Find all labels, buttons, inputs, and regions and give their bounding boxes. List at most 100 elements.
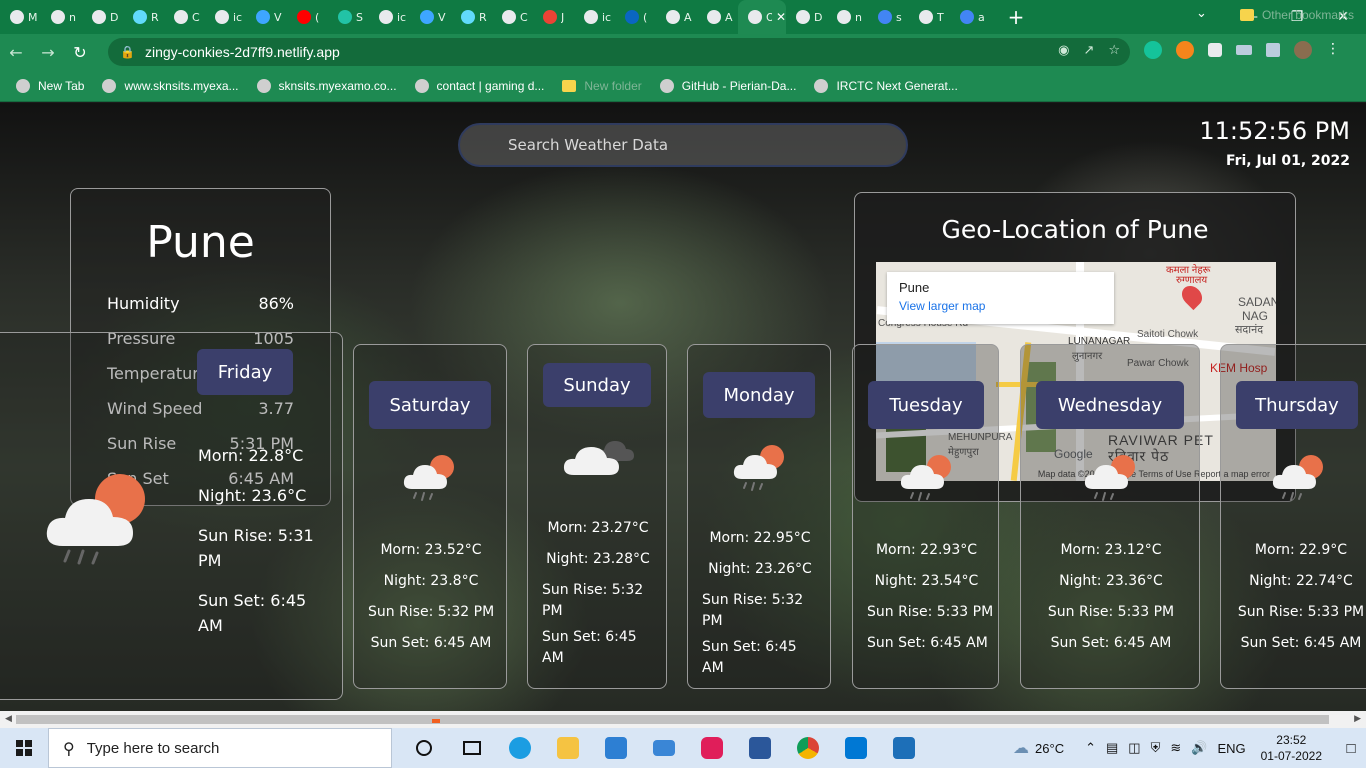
bookmark-item[interactable]: New Tab	[16, 78, 84, 93]
tab-favicon-icon	[215, 10, 229, 24]
scrollbar-thumb[interactable]	[16, 715, 1329, 724]
tab-title: a	[978, 10, 985, 24]
weather-search-box[interactable]	[458, 123, 908, 167]
side-panel-icon[interactable]	[1266, 43, 1280, 57]
browser-tab[interactable]: ic	[205, 0, 246, 34]
metamask-icon[interactable]	[1176, 41, 1194, 59]
tab-favicon-icon	[796, 10, 810, 24]
forecast-card: Tuesday Morn: 22.93°C Night: 23.54°C Sun Ri…	[852, 344, 999, 689]
tab-favicon-icon	[10, 10, 24, 24]
tab-title: n	[855, 10, 862, 24]
forecast-morn: Morn: 23.12°C	[1060, 542, 1162, 558]
browser-tab[interactable]: D	[82, 0, 123, 34]
browser-tab[interactable]: R	[123, 0, 164, 34]
reload-icon[interactable]: ↻	[64, 43, 96, 62]
scroll-right-icon[interactable]: ▶	[1354, 714, 1361, 724]
browser-tab[interactable]: V	[246, 0, 287, 34]
network-icon[interactable]: ▤	[1106, 740, 1118, 756]
horizontal-scrollbar[interactable]: ◀ ▶	[0, 711, 1366, 728]
device-icon[interactable]: ◫	[1128, 740, 1140, 756]
wifi-icon[interactable]: ≋	[1170, 740, 1181, 756]
notifications-icon[interactable]: □	[1336, 740, 1366, 757]
mail-icon[interactable]	[640, 728, 688, 768]
browser-tab[interactable]: D	[786, 0, 827, 34]
forecast-night: Night: 23.54°C	[874, 573, 979, 589]
browser-tab[interactable]: J	[533, 0, 574, 34]
file-explorer-icon[interactable]	[544, 728, 592, 768]
taskbar-clock[interactable]: 23:52 01-07-2022	[1261, 732, 1322, 764]
chevron-up-icon[interactable]: ⌃	[1085, 740, 1096, 756]
start-button[interactable]	[0, 728, 48, 768]
weather-search-input[interactable]	[508, 136, 868, 154]
store-icon[interactable]	[592, 728, 640, 768]
language-indicator[interactable]: ENG	[1217, 741, 1245, 756]
forecast-sunrise: Sun Rise: 5:32 PM	[702, 592, 804, 629]
tab-search-chevron-icon[interactable]: ⌄	[1196, 6, 1207, 21]
bookmark-item[interactable]: sknsits.myexamo.co...	[256, 78, 397, 93]
browser-tab[interactable]: (	[615, 0, 656, 34]
shield-icon[interactable]: ⛨	[1151, 740, 1161, 756]
browser-tab[interactable]: n	[41, 0, 82, 34]
forecast-day-label: Monday	[703, 372, 815, 418]
menu-dots-icon[interactable]: ⋮	[1326, 41, 1340, 59]
address-bar[interactable]: 🔒 zingy-conkies-2d7ff9.netlify.app ◉ ↗ ☆	[108, 38, 1130, 66]
extensions-area: ⋮	[1144, 41, 1340, 59]
tab-favicon-icon	[51, 10, 65, 24]
back-icon[interactable]: ←	[0, 43, 32, 62]
extensions-puzzle-icon[interactable]	[1208, 43, 1222, 57]
vscode-icon[interactable]	[832, 728, 880, 768]
browser-tab[interactable]: C	[492, 0, 533, 34]
close-tab-icon[interactable]: ✕	[776, 10, 786, 24]
tab-title: J	[561, 10, 565, 24]
hospital-pin-icon	[1177, 281, 1207, 311]
forecast-morn: Morn: 22.93°C	[875, 542, 978, 558]
word-icon[interactable]	[736, 728, 784, 768]
browser-tab[interactable]: S	[328, 0, 369, 34]
chrome-icon[interactable]	[784, 728, 832, 768]
edge-icon[interactable]	[496, 728, 544, 768]
browser-tab[interactable]: O ✕	[738, 0, 786, 34]
browser-tab[interactable]: M	[0, 0, 41, 34]
scroll-left-icon[interactable]: ◀	[5, 714, 12, 724]
browser-tab[interactable]: s	[868, 0, 909, 34]
profile-avatar[interactable]	[1294, 41, 1312, 59]
browser-tab[interactable]: ic	[574, 0, 615, 34]
bookmark-item[interactable]: contact | gaming d...	[414, 78, 544, 93]
browser-tab[interactable]: a	[950, 0, 991, 34]
browser-tab[interactable]: C	[164, 0, 205, 34]
bookmark-item[interactable]: www.sknsits.myexa...	[102, 78, 239, 93]
photos-icon[interactable]	[880, 728, 928, 768]
browser-tab[interactable]: (	[287, 0, 328, 34]
browser-tab[interactable]: V	[410, 0, 451, 34]
browser-tab[interactable]: T	[909, 0, 950, 34]
view-larger-map-link[interactable]: View larger map	[899, 299, 1102, 313]
current-time: 11:52:56 PM	[1199, 117, 1350, 145]
browser-tab[interactable]: A	[697, 0, 738, 34]
slack-icon[interactable]	[688, 728, 736, 768]
bookmark-star-icon[interactable]: ☆	[1108, 43, 1120, 58]
taskbar-search[interactable]: ⚲	[48, 728, 392, 768]
grammarly-icon[interactable]	[1144, 41, 1162, 59]
bookmark-item[interactable]: New folder	[562, 79, 642, 93]
other-bookmarks[interactable]: Other bookmarks	[1239, 8, 1354, 22]
browser-tab[interactable]: R	[451, 0, 492, 34]
bookmark-item[interactable]: IRCTC Next Generat...	[814, 78, 958, 93]
taskbar-search-input[interactable]	[86, 739, 307, 757]
reading-list-icon[interactable]	[1236, 45, 1252, 55]
task-view-icon[interactable]	[448, 728, 496, 768]
new-tab-icon[interactable]: +	[1001, 5, 1031, 29]
share-icon[interactable]: ↗	[1083, 43, 1094, 58]
browser-tab[interactable]: n	[827, 0, 868, 34]
bookmark-label: sknsits.myexamo.co...	[278, 78, 397, 93]
weather-widget[interactable]: ☁ 26°C	[1013, 738, 1064, 758]
cortana-icon[interactable]	[400, 728, 448, 768]
forward-icon[interactable]: →	[32, 43, 64, 62]
volume-icon[interactable]: 🔊	[1191, 740, 1207, 756]
browser-tab[interactable]: A	[656, 0, 697, 34]
location-icon[interactable]: ◉	[1058, 43, 1069, 58]
map-label: NAG	[1242, 309, 1269, 323]
bookmark-item[interactable]: GitHub - Pierian-Da...	[659, 78, 796, 93]
tab-strip: Mn D R Cic V(Sic V R C Jic(A A O ✕ Dn s Ta +	[0, 0, 1366, 34]
forecast-morn: Morn: 23.52°C	[380, 542, 482, 558]
browser-tab[interactable]: ic	[369, 0, 410, 34]
